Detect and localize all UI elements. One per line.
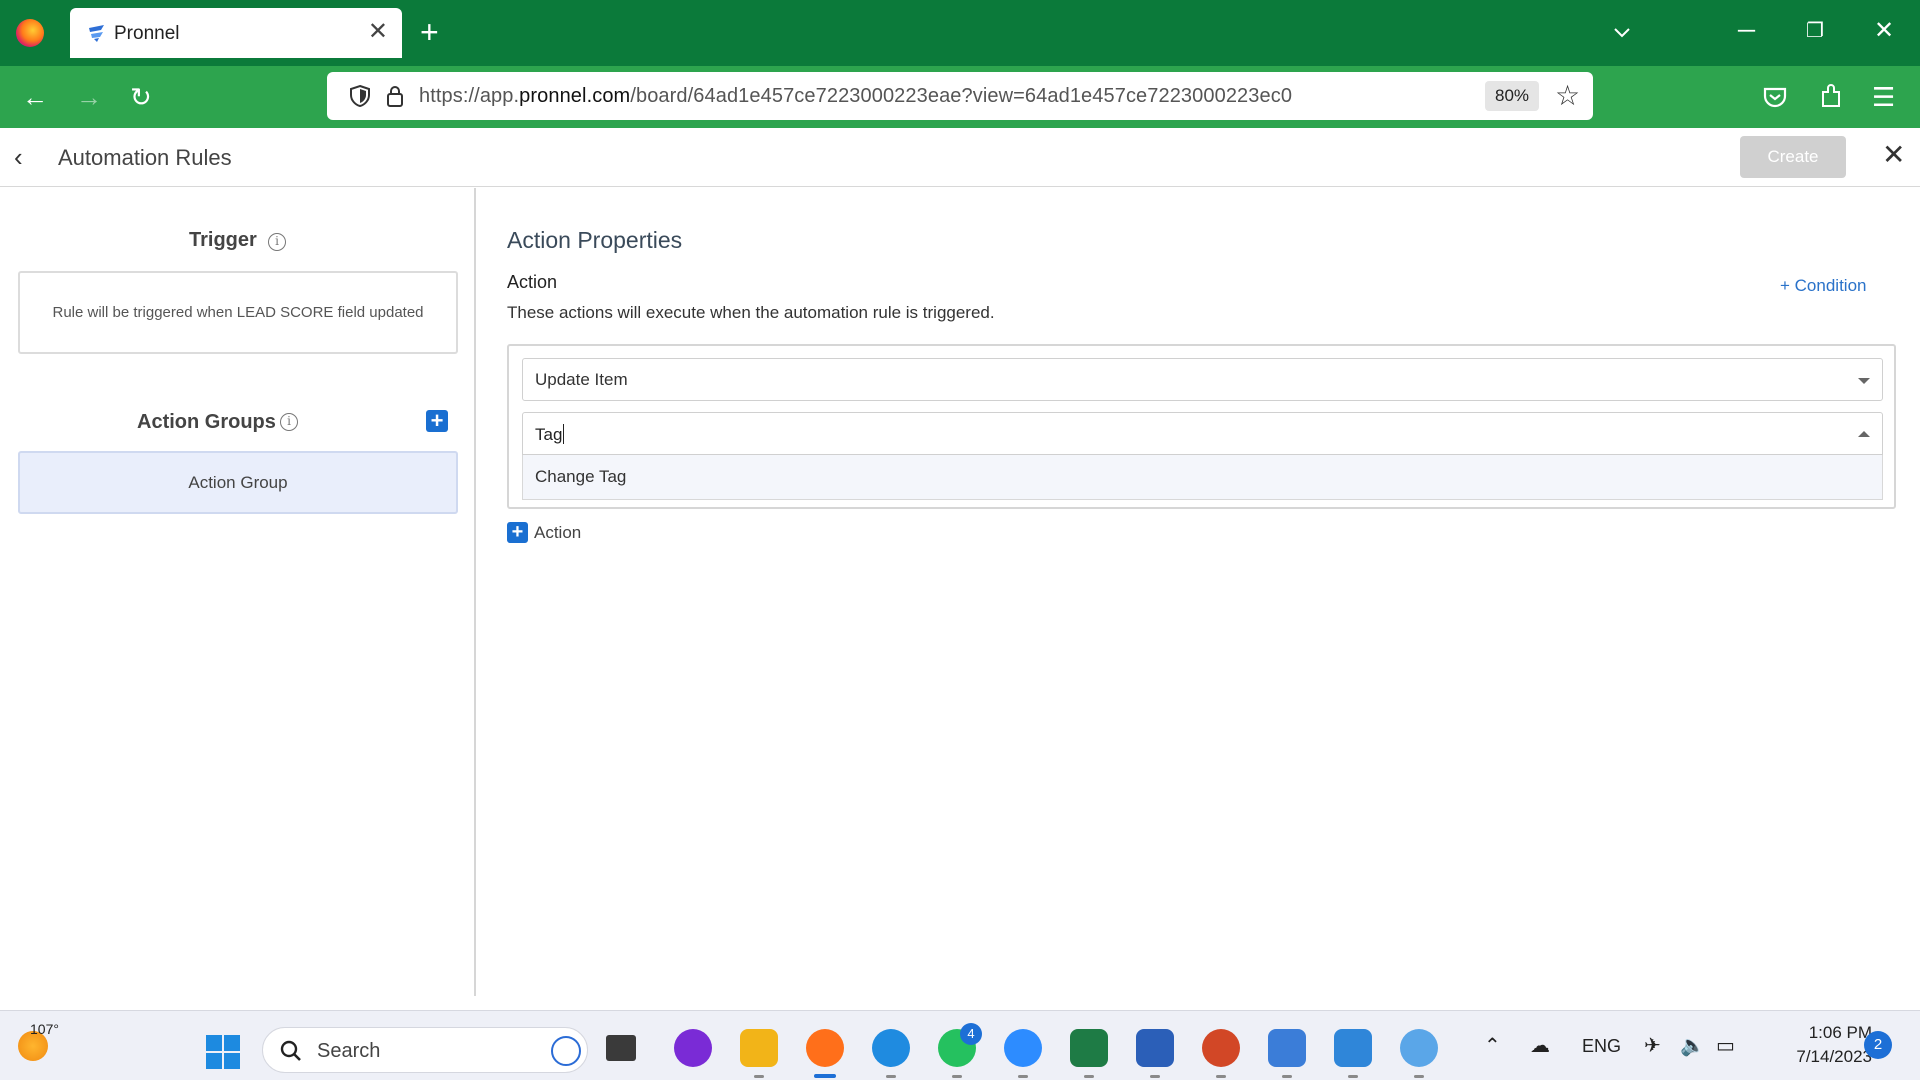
running-indicator: [886, 1075, 896, 1078]
task-view-icon[interactable]: [606, 1035, 636, 1061]
running-indicator: [1414, 1075, 1424, 1078]
taskbar-search[interactable]: Search: [262, 1027, 588, 1073]
show-hidden-icons-chevron-icon[interactable]: ⌃: [1484, 1033, 1501, 1059]
create-button[interactable]: Create: [1740, 136, 1846, 178]
field-dropdown-list: Change Tag: [522, 455, 1883, 500]
tab-title: Pronnel: [114, 23, 180, 44]
airplane-mode-icon[interactable]: ✈: [1644, 1033, 1661, 1059]
chevron-up-icon[interactable]: [1858, 431, 1870, 437]
clock-time: 1:06 PM: [1808, 1023, 1872, 1042]
tab-close-icon[interactable]: ✕: [368, 18, 388, 46]
action-properties-title: Action Properties: [507, 227, 683, 253]
running-indicator: [1150, 1075, 1160, 1078]
forward-arrow-icon[interactable]: →: [76, 82, 102, 112]
close-window-icon[interactable]: ✕: [1874, 16, 1894, 46]
paint-icon[interactable]: [1400, 1029, 1438, 1067]
action-type-value: Update Item: [535, 370, 628, 389]
pocket-icon[interactable]: [1762, 84, 1788, 110]
clock-date: 7/14/2023: [1796, 1047, 1872, 1066]
app-header: ‹ Automation Rules Create ✕: [0, 128, 1920, 187]
tracking-protection-shield-icon[interactable]: [349, 84, 371, 108]
running-indicator: [1348, 1075, 1358, 1078]
notification-badge[interactable]: 2: [1864, 1031, 1892, 1059]
word-icon[interactable]: [1136, 1029, 1174, 1067]
zoom-level-badge[interactable]: 80%: [1485, 81, 1539, 111]
powerpoint-icon[interactable]: [1202, 1029, 1240, 1067]
action-groups-title: Action Groups: [137, 411, 276, 433]
temperature-text: 107°: [30, 1021, 59, 1037]
extensions-icon[interactable]: [1818, 82, 1844, 110]
browser-tab-pronnel[interactable]: Pronnel ✕: [70, 8, 402, 58]
search-label: Search: [317, 1040, 381, 1062]
action-type-select[interactable]: Update Item: [522, 358, 1883, 401]
running-indicator: [1282, 1075, 1292, 1078]
trigger-info-icon[interactable]: i: [268, 233, 286, 251]
add-action-plus-icon[interactable]: +: [507, 522, 528, 543]
notepad-icon[interactable]: [1268, 1029, 1306, 1067]
windows-taskbar: 107° Search 4 ⌃ ☁ ENG ✈ 🔈 ▭ 1:06 PM 7/14…: [0, 1010, 1920, 1080]
edge-icon[interactable]: [872, 1029, 910, 1067]
battery-icon[interactable]: ▭: [1716, 1033, 1735, 1059]
dropdown-option-change-tag[interactable]: Change Tag: [535, 467, 626, 487]
left-panel: Trigger i Rule will be triggered when LE…: [0, 188, 476, 996]
action-label: Action: [507, 272, 558, 292]
onedrive-cloud-icon[interactable]: ☁: [1530, 1033, 1550, 1059]
restore-window-icon[interactable]: ❐: [1806, 16, 1824, 46]
browser-tab-strip: Pronnel ✕ + ─ ❐ ✕: [0, 0, 1920, 66]
active-app-indicator: [814, 1074, 836, 1078]
photos-icon[interactable]: [1334, 1029, 1372, 1067]
file-explorer-icon[interactable]: [740, 1029, 778, 1067]
taskbar-clock[interactable]: 1:06 PM 7/14/2023: [1752, 1021, 1872, 1069]
zoom-icon[interactable]: [1004, 1029, 1042, 1067]
add-condition-link[interactable]: + Condition: [1780, 276, 1866, 296]
action-description: These actions will execute when the auto…: [507, 303, 995, 322]
pronnel-favicon-icon: [89, 25, 104, 42]
search-icon: [280, 1040, 301, 1061]
menu-hamburger-icon[interactable]: ☰: [1872, 82, 1895, 112]
running-indicator: [1084, 1075, 1094, 1078]
bookmark-star-icon[interactable]: ☆: [1555, 80, 1580, 112]
mask-app-icon[interactable]: [674, 1029, 712, 1067]
back-chevron-icon[interactable]: ‹: [14, 142, 23, 172]
reload-icon[interactable]: ↻: [130, 82, 152, 112]
bing-icon[interactable]: [551, 1036, 581, 1066]
url-text[interactable]: https://app.pronnel.com/board/64ad1e457c…: [419, 85, 1292, 108]
running-indicator: [1018, 1075, 1028, 1078]
lock-icon[interactable]: [385, 84, 405, 108]
list-all-tabs-chevron-icon[interactable]: [1612, 22, 1632, 42]
field-search-input[interactable]: Tag: [522, 412, 1883, 455]
running-indicator: [1216, 1075, 1226, 1078]
firefox-icon[interactable]: [16, 19, 44, 47]
whatsapp-badge: 4: [960, 1023, 982, 1045]
chevron-down-icon[interactable]: [1858, 378, 1870, 384]
volume-icon[interactable]: 🔈: [1680, 1033, 1705, 1059]
close-icon[interactable]: ✕: [1882, 140, 1905, 170]
trigger-card[interactable]: Rule will be triggered when LEAD SCORE f…: [18, 271, 458, 354]
add-action-group-icon[interactable]: +: [426, 410, 448, 432]
excel-icon[interactable]: [1070, 1029, 1108, 1067]
add-action-label: Action: [534, 523, 582, 542]
address-bar[interactable]: https://app.pronnel.com/board/64ad1e457c…: [327, 72, 1593, 120]
new-tab-plus-icon[interactable]: +: [420, 14, 439, 50]
action-group-item[interactable]: Action Group: [18, 451, 458, 514]
language-indicator[interactable]: ENG: [1582, 1033, 1621, 1059]
trigger-title: Trigger: [189, 229, 257, 251]
minimize-window-icon[interactable]: ─: [1738, 16, 1755, 46]
windows-start-icon[interactable]: [206, 1035, 240, 1069]
running-indicator: [754, 1075, 764, 1078]
firefox-taskbar-icon[interactable]: [806, 1029, 844, 1067]
action-card: Update Item Tag Change Tag: [507, 344, 1896, 509]
running-indicator: [952, 1075, 962, 1078]
field-search-value: Tag: [535, 424, 565, 444]
back-arrow-icon[interactable]: ←: [22, 82, 48, 112]
page-title: Automation Rules: [58, 145, 232, 170]
action-groups-info-icon[interactable]: i: [280, 413, 298, 431]
